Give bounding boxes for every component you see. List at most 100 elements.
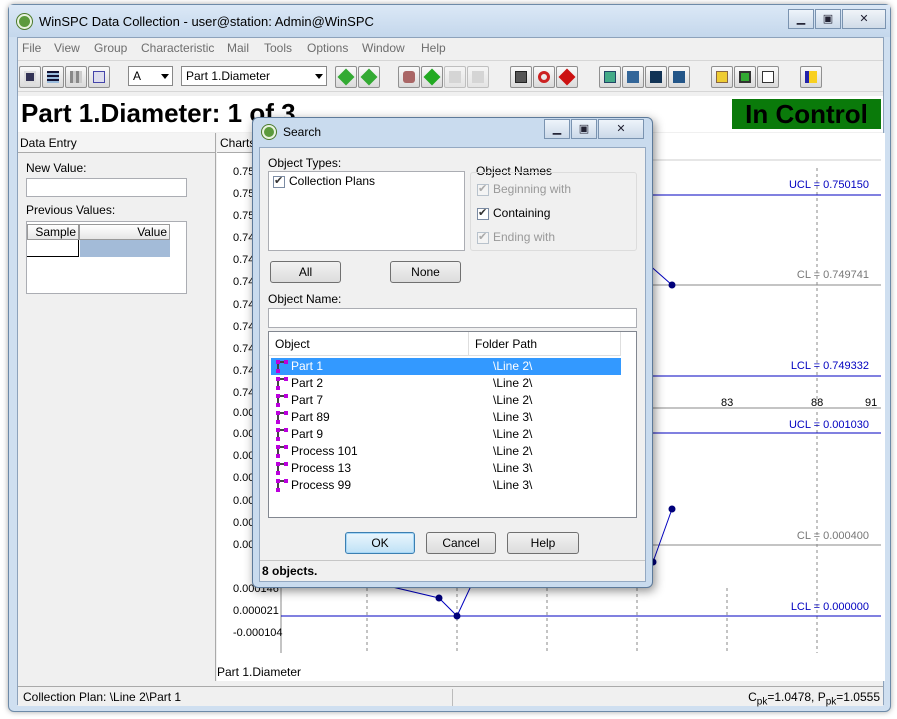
x-tick-label: 91 <box>865 397 878 409</box>
menu-characteristic[interactable]: Characteristic <box>141 41 214 55</box>
lock-icon[interactable] <box>711 66 733 88</box>
list-item[interactable]: Part 2 \Line 2\ <box>271 375 621 392</box>
previous-characteristic-icon[interactable] <box>335 66 357 88</box>
xbar-cl-label: CL = 0.749741 <box>796 269 869 281</box>
object-types-list[interactable]: Collection Plans <box>268 171 465 251</box>
network-icon[interactable] <box>622 66 644 88</box>
calculator-icon[interactable] <box>510 66 532 88</box>
data-entry-view-icon[interactable] <box>19 66 41 88</box>
toolbar: A Part 1.Diameter <box>18 60 883 92</box>
checkbox-icon[interactable] <box>477 230 489 244</box>
object-name: Part 9 <box>291 427 324 441</box>
checkbox-icon[interactable] <box>477 182 489 196</box>
new-value-input[interactable] <box>26 178 187 197</box>
ending-with-option[interactable]: Ending with <box>477 230 555 244</box>
add-item-icon[interactable] <box>421 66 443 88</box>
menu-file[interactable]: File <box>22 41 41 55</box>
search-results-list[interactable]: Object Folder Path Part 1 \Line 2\ Part 2 \… <box>268 331 637 518</box>
value-column-header[interactable]: Value <box>79 224 170 240</box>
cancel-button[interactable]: Cancel <box>426 532 496 554</box>
checkbox-icon[interactable] <box>273 174 285 188</box>
containing-option[interactable]: Containing <box>477 206 550 220</box>
x-tick-label: 83 <box>721 397 734 409</box>
restore-button[interactable]: ▣ <box>815 9 841 29</box>
folder-path: \Line 3\ <box>493 461 533 475</box>
next-characteristic-icon[interactable] <box>358 66 380 88</box>
list-item[interactable]: Part 9 \Line 2\ <box>271 426 621 443</box>
close-button[interactable]: ✕ <box>842 9 886 29</box>
minimize-button[interactable]: ▁ <box>788 9 814 29</box>
list-item[interactable]: Process 101 \Line 2\ <box>271 443 621 460</box>
dialog-status-bar: 8 objects. <box>260 560 645 581</box>
title-bar[interactable]: WinSPC Data Collection - user@station: A… <box>9 5 890 37</box>
checkbox-icon[interactable] <box>477 206 489 220</box>
previous-values-grid[interactable]: Sample Value <box>26 221 187 294</box>
option-label: Ending with <box>493 230 556 244</box>
beginning-with-option[interactable]: Beginning with <box>477 182 571 196</box>
object-type-collection-plans[interactable]: Collection Plans <box>273 174 375 188</box>
collection-plan-icon <box>276 445 288 458</box>
menu-tools[interactable]: Tools <box>264 41 292 55</box>
object-name: Process 13 <box>291 461 352 475</box>
list-item[interactable]: Part 7 \Line 2\ <box>271 392 621 409</box>
characteristic-select[interactable]: Part 1.Diameter <box>181 66 327 86</box>
characteristic-select-value: Part 1.Diameter <box>186 69 271 83</box>
tag-remove-disabled-icon[interactable] <box>467 66 489 88</box>
sample-column-header[interactable]: Sample <box>27 224 79 240</box>
group-select[interactable]: A <box>128 66 173 86</box>
chevron-down-icon <box>315 74 323 79</box>
menu-group[interactable]: Group <box>94 41 127 55</box>
ppk-subscript: pk <box>825 696 837 708</box>
menu-window[interactable]: Window <box>362 41 405 55</box>
object-name-input[interactable] <box>268 308 637 328</box>
pages-icon[interactable] <box>757 66 779 88</box>
list-item[interactable]: Process 13 \Line 3\ <box>271 460 621 477</box>
tag-disabled-icon[interactable] <box>444 66 466 88</box>
analysis-icon[interactable] <box>668 66 690 88</box>
folder-path-column-header[interactable]: Folder Path <box>469 332 621 356</box>
report-icon[interactable] <box>645 66 667 88</box>
range-point <box>668 505 676 513</box>
stop-icon[interactable] <box>556 66 578 88</box>
xbar-ucl-label: UCL = 0.750150 <box>788 179 869 191</box>
monitor-icon[interactable] <box>734 66 756 88</box>
menu-help[interactable]: Help <box>421 41 446 55</box>
dialog-close-button[interactable]: ✕ <box>598 119 644 139</box>
menu-view[interactable]: View <box>54 41 80 55</box>
collection-plan-icon <box>276 462 288 475</box>
list-item[interactable]: Process 99 \Line 3\ <box>271 477 621 494</box>
histogram-view-icon[interactable] <box>65 66 87 88</box>
chart-view-icon[interactable] <box>88 66 110 88</box>
sample-cell[interactable] <box>27 240 79 257</box>
none-button[interactable]: None <box>390 261 461 283</box>
y-tick-label: -0.000104 <box>233 627 283 639</box>
object-column-header[interactable]: Object <box>269 332 469 356</box>
collection-plan-icon <box>276 360 288 373</box>
list-item[interactable]: Part 1 \Line 2\ <box>271 358 621 375</box>
folder-path: \Line 2\ <box>493 393 533 407</box>
object-name: Process 99 <box>291 478 352 492</box>
ok-button[interactable]: OK <box>345 532 415 554</box>
folder-path: \Line 2\ <box>493 359 533 373</box>
dialog-minimize-button[interactable]: ▁ <box>544 119 570 139</box>
option-label: Beginning with <box>493 182 572 196</box>
value-cell[interactable] <box>80 240 170 257</box>
search-tool-icon[interactable] <box>398 66 420 88</box>
dialog-title: Search <box>283 125 322 139</box>
range-lcl-label: LCL = 0.000000 <box>790 601 869 613</box>
spreadsheet-view-icon[interactable] <box>42 66 64 88</box>
export-icon[interactable] <box>599 66 621 88</box>
help-button[interactable]: Help <box>507 532 579 554</box>
winspc-logo-icon <box>17 14 32 29</box>
menu-options[interactable]: Options <box>307 41 348 55</box>
all-button[interactable]: All <box>270 261 341 283</box>
new-value-label: New Value: <box>26 161 87 175</box>
ppk-value: =1.0555 <box>836 690 880 704</box>
object-name-label: Object Name: <box>268 292 342 306</box>
undo-icon[interactable] <box>533 66 555 88</box>
exit-icon[interactable] <box>800 66 822 88</box>
menu-mail[interactable]: Mail <box>227 41 249 55</box>
dialog-restore-button[interactable]: ▣ <box>571 119 597 139</box>
object-name: Part 89 <box>291 410 330 424</box>
list-item[interactable]: Part 89 \Line 3\ <box>271 409 621 426</box>
